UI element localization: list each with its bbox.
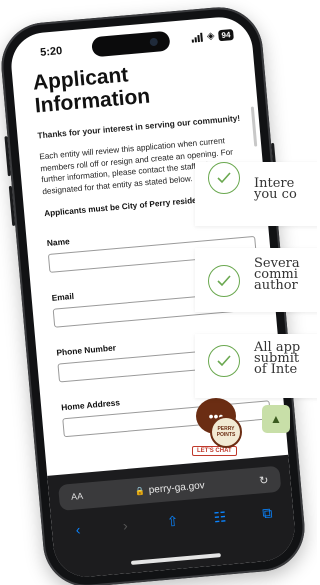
check-card-2: Severa commi author bbox=[195, 248, 317, 312]
lock-icon: 🔒 bbox=[134, 485, 146, 496]
signal-icon bbox=[192, 32, 204, 43]
check-card-1: Intere you co bbox=[195, 162, 317, 226]
url-text: perry-ga.gov bbox=[148, 479, 206, 496]
checkmark-icon bbox=[208, 162, 240, 194]
checkmark-icon bbox=[208, 345, 240, 377]
reload-icon[interactable]: ↻ bbox=[259, 473, 269, 487]
back-icon[interactable]: ‹ bbox=[67, 521, 88, 540]
volume-down-button bbox=[8, 185, 16, 226]
check-card-3: All app submit of Inte bbox=[195, 334, 317, 398]
chevron-up-icon[interactable]: ▲ bbox=[262, 405, 290, 433]
card-3-text: All app submit of Inte bbox=[254, 340, 301, 377]
safari-toolbar: AA 🔒 perry-ga.gov ↻ ‹ › ⇧ ☷ ⧉ bbox=[47, 454, 298, 580]
chat-widget[interactable]: ••• PERRY POINTS LET'S CHAT bbox=[192, 398, 242, 457]
dynamic-island bbox=[91, 30, 171, 58]
bookmarks-icon[interactable]: ☷ bbox=[209, 508, 230, 527]
home-indicator bbox=[130, 553, 221, 565]
stage: 5:20 ◈ 94 Applicant Information Thanks f… bbox=[0, 0, 317, 585]
battery-level: 94 bbox=[218, 29, 234, 42]
address-bar[interactable]: AA 🔒 perry-ga.gov ↻ bbox=[58, 465, 282, 511]
share-icon[interactable]: ⇧ bbox=[162, 512, 183, 531]
checkmark-icon bbox=[208, 265, 240, 297]
text-size-button[interactable]: AA bbox=[71, 491, 84, 502]
toolbar-buttons: ‹ › ⇧ ☷ ⧉ bbox=[67, 504, 278, 539]
perry-points-badge: PERRY POINTS bbox=[210, 416, 242, 448]
status-icons: ◈ 94 bbox=[191, 29, 234, 44]
card-2-text: Severa commi author bbox=[254, 256, 300, 293]
page-scrollbar[interactable] bbox=[250, 106, 258, 147]
camera-icon bbox=[149, 37, 159, 47]
status-time: 5:20 bbox=[39, 44, 63, 59]
url-display[interactable]: 🔒 perry-ga.gov bbox=[134, 480, 205, 497]
volume-up-button bbox=[4, 136, 11, 177]
forward-icon[interactable]: › bbox=[115, 516, 136, 535]
wifi-icon: ◈ bbox=[206, 30, 216, 42]
tabs-icon[interactable]: ⧉ bbox=[257, 504, 278, 523]
card-1-text: Intere you co bbox=[254, 176, 297, 202]
